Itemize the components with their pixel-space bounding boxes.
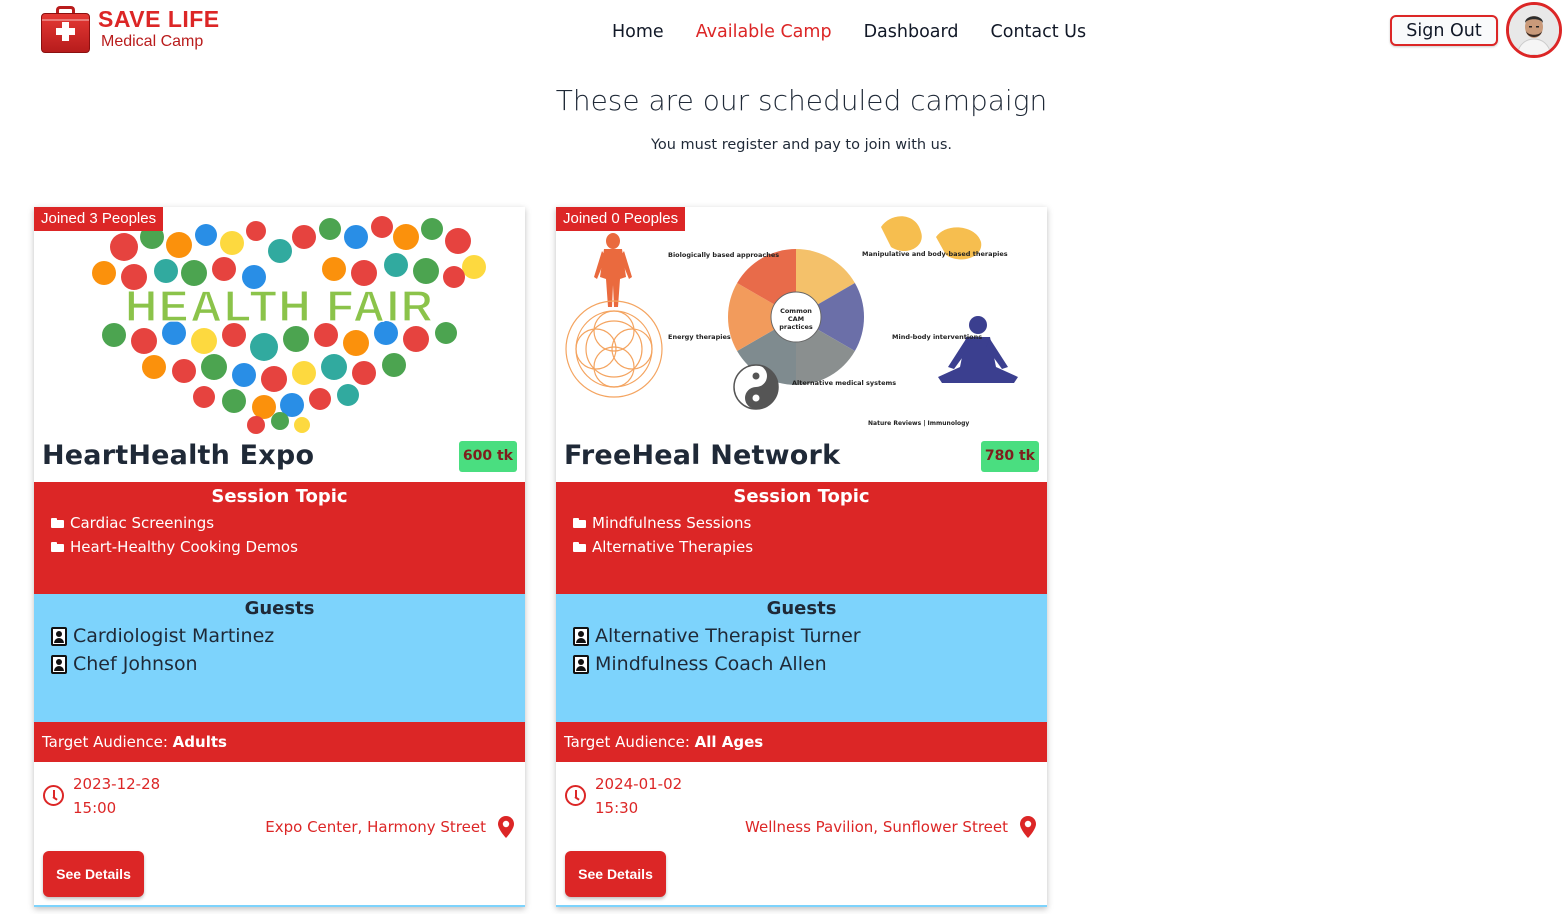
folder-icon (51, 518, 64, 528)
svg-text:practices: practices (779, 323, 813, 331)
camp-name: HeartHealth Expo (42, 440, 315, 471)
diagram-label: Manipulative and body-based therapies (862, 250, 1008, 258)
map-pin-icon (1020, 816, 1036, 838)
camp-card: Joined 0 Peoples Common CAM practices Bi… (556, 207, 1047, 907)
nav-contact-us[interactable]: Contact Us (991, 20, 1087, 44)
nav-home[interactable]: Home (612, 20, 664, 44)
svg-text:CAM: CAM (788, 315, 804, 323)
camp-schedule: 2024-01-02 15:30 (565, 772, 682, 820)
camp-date: 2023-12-28 (73, 775, 161, 793)
nav-dashboard[interactable]: Dashboard (864, 20, 959, 44)
diagram-label: Mind-body interventions (892, 333, 982, 341)
clock-icon (43, 785, 64, 806)
diagram-label: Alternative medical systems (792, 379, 896, 387)
target-audience-value: All Ages (694, 733, 764, 751)
camp-location: Expo Center, Harmony Street (265, 816, 514, 838)
camp-fee-badge: 600 tk (458, 441, 517, 472)
list-item: Alternative Therapies (573, 535, 1047, 559)
see-details-button[interactable]: See Details (43, 851, 144, 897)
session-topic-section: Session Topic Mindfulness Sessions Alter… (556, 482, 1047, 594)
guests-section: Guests Cardiologist Martinez Chef Johnso… (34, 594, 525, 722)
top-navbar: SAVE LIFE Medical Camp Home Available Ca… (0, 0, 1568, 62)
contact-card-icon (573, 626, 589, 646)
section-heading: Guests (244, 598, 315, 619)
sign-out-button[interactable]: Sign Out (1390, 15, 1498, 46)
list-item: Cardiac Screenings (51, 511, 525, 535)
brand-subtitle: Medical Camp (101, 33, 204, 50)
see-details-button[interactable]: See Details (565, 851, 666, 897)
camp-schedule: 2023-12-28 15:00 (43, 772, 160, 820)
camp-name: FreeHeal Network (564, 440, 841, 471)
health-fair-heart-image: HEALTH FAIR (34, 207, 525, 435)
joined-badge: Joined 0 Peoples (556, 207, 686, 231)
location-text: Expo Center, Harmony Street (265, 818, 486, 836)
contact-card-icon (51, 626, 67, 646)
folder-icon (51, 542, 64, 552)
main-nav: Home Available Camp Dashboard Contact Us (612, 20, 1086, 44)
first-aid-kit-icon (41, 6, 90, 53)
diagram-label: Energy therapies (668, 333, 731, 341)
camp-date: 2024-01-02 (595, 775, 683, 793)
list-item: Mindfulness Sessions (573, 511, 1047, 535)
cam-practices-diagram-image: Common CAM practices Biologically based … (556, 207, 1047, 435)
list-item: Chef Johnson (51, 650, 525, 678)
page-title: These are our scheduled campaign (555, 84, 1048, 117)
section-heading: Session Topic (733, 486, 870, 507)
camp-location: Wellness Pavilion, Sunflower Street (745, 816, 1036, 838)
location-text: Wellness Pavilion, Sunflower Street (745, 818, 1008, 836)
camp-fee-badge: 780 tk (980, 441, 1039, 472)
folder-icon (573, 518, 586, 528)
list-item: Mindfulness Coach Allen (573, 650, 1047, 678)
brand-title: SAVE LIFE (98, 6, 220, 32)
brand-logo[interactable]: SAVE LIFE Medical Camp (41, 6, 220, 53)
section-heading: Session Topic (211, 486, 348, 507)
target-audience-value: Adults (172, 733, 227, 751)
guests-section: Guests Alternative Therapist Turner Mind… (556, 594, 1047, 722)
page-subtitle: You must register and pay to join with u… (650, 137, 953, 153)
clock-icon (565, 785, 586, 806)
session-topic-section: Session Topic Cardiac Screenings Heart-H… (34, 482, 525, 594)
diagram-label: Biologically based approaches (668, 251, 779, 259)
nav-available-camp[interactable]: Available Camp (696, 20, 832, 44)
contact-card-icon (573, 654, 589, 674)
camp-time: 15:00 (73, 799, 117, 817)
diagram-credit: Nature Reviews | Immunology (868, 420, 969, 427)
folder-icon (573, 542, 586, 552)
target-audience-bar: Target Audience: Adults (34, 722, 525, 762)
camp-time: 15:30 (595, 799, 639, 817)
contact-card-icon (51, 654, 67, 674)
target-audience-bar: Target Audience: All Ages (556, 722, 1047, 762)
camp-card: Joined 3 Peoples HEALTH FAIR HeartHealth… (34, 207, 525, 907)
section-heading: Guests (766, 598, 837, 619)
list-item: Heart-Healthy Cooking Demos (51, 535, 525, 559)
list-item: Cardiologist Martinez (51, 622, 525, 650)
list-item: Alternative Therapist Turner (573, 622, 1047, 650)
svg-text:HEALTH FAIR: HEALTH FAIR (125, 282, 435, 331)
avatar[interactable] (1506, 2, 1562, 58)
joined-badge: Joined 3 Peoples (34, 207, 164, 231)
map-pin-icon (498, 816, 514, 838)
svg-text:Common: Common (780, 307, 812, 315)
